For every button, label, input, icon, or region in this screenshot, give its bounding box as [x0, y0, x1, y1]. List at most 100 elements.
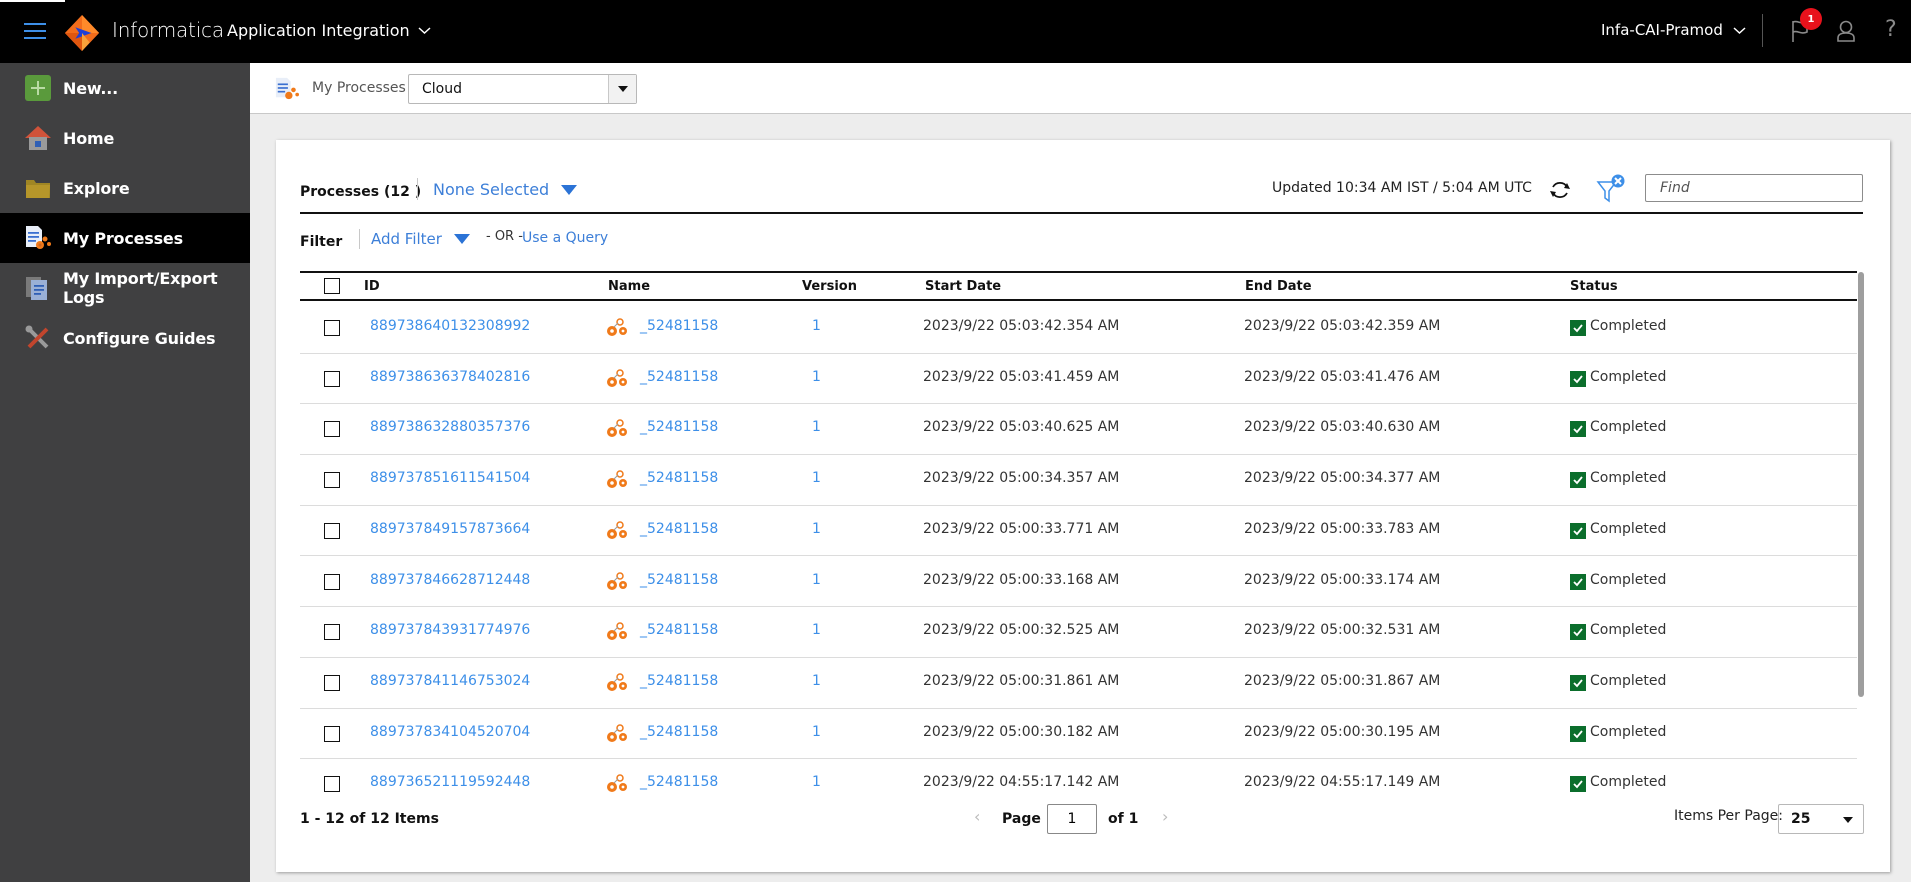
- process-version[interactable]: 1: [812, 622, 821, 638]
- process-version[interactable]: 1: [812, 774, 821, 790]
- status-completed-icon: [1570, 776, 1586, 793]
- location-select[interactable]: Cloud: [408, 74, 637, 104]
- row-checkbox[interactable]: [324, 472, 340, 489]
- process-version[interactable]: 1: [812, 369, 821, 385]
- column-header-status[interactable]: Status: [1570, 279, 1618, 294]
- next-page-icon[interactable]: ›: [1162, 807, 1168, 826]
- add-filter-dropdown[interactable]: Add Filter: [371, 230, 470, 248]
- process-gears-icon: [607, 774, 627, 793]
- process-name-link[interactable]: _52481158: [640, 572, 718, 588]
- process-id-link[interactable]: 889737841146753024: [370, 673, 530, 689]
- process-name-link[interactable]: _52481158: [640, 521, 718, 537]
- table-row[interactable]: 889737849157873664 _52481158 1 2023/9/22…: [300, 506, 1857, 557]
- table-row[interactable]: 889737841146753024 _52481158 1 2023/9/22…: [300, 658, 1857, 709]
- items-per-page-select[interactable]: 25: [1778, 804, 1864, 834]
- row-checkbox[interactable]: [324, 421, 340, 438]
- process-id-link[interactable]: 889737851611541504: [370, 470, 530, 486]
- start-date: 2023/9/22 05:00:34.357 AM: [923, 470, 1120, 487]
- menu-icon[interactable]: [24, 22, 46, 40]
- sidebar-item-explore[interactable]: Explore: [0, 163, 250, 213]
- caret-down-icon: [561, 184, 578, 195]
- process-id-link[interactable]: 889738632880357376: [370, 419, 530, 435]
- process-name-link[interactable]: _52481158: [640, 724, 718, 740]
- row-checkbox[interactable]: [324, 776, 340, 793]
- use-query-link[interactable]: Use a Query: [522, 230, 608, 246]
- process-name-link[interactable]: _52481158: [640, 470, 718, 486]
- row-checkbox[interactable]: [324, 320, 340, 336]
- row-checkbox[interactable]: [324, 370, 340, 387]
- row-checkbox[interactable]: [324, 573, 340, 590]
- row-checkbox[interactable]: [324, 522, 340, 539]
- start-date: 2023/9/22 05:00:31.861 AM: [923, 672, 1120, 689]
- process-version[interactable]: 1: [812, 724, 821, 740]
- table-row[interactable]: 889736521119592448 _52481158 1 2023/9/22…: [300, 759, 1857, 810]
- user-profile-icon[interactable]: [1836, 19, 1856, 43]
- table-row[interactable]: 889738636378402816 _52481158 1 2023/9/22…: [300, 354, 1857, 405]
- find-input[interactable]: [1645, 174, 1863, 202]
- column-header-start-date[interactable]: Start Date: [925, 279, 1001, 294]
- sidebar-item-home[interactable]: Home: [0, 113, 250, 163]
- sidebar-item-label: New...: [63, 78, 119, 98]
- table-row[interactable]: 889737851611541504 _52481158 1 2023/9/22…: [300, 455, 1857, 506]
- column-header-id[interactable]: ID: [364, 279, 380, 294]
- divider: [359, 229, 360, 249]
- process-name-link[interactable]: _52481158: [640, 673, 718, 689]
- column-header-version[interactable]: Version: [802, 279, 857, 294]
- sidebar-item-new[interactable]: New...: [0, 63, 250, 113]
- org-switcher[interactable]: Infa-CAI-Pramod: [1601, 21, 1746, 39]
- selection-dropdown[interactable]: None Selected: [433, 180, 578, 199]
- sidebar-item-configure-guides[interactable]: Configure Guides: [0, 313, 250, 363]
- plus-icon: [25, 75, 51, 101]
- process-name-link[interactable]: _52481158: [640, 622, 718, 638]
- process-id-link[interactable]: 889737834104520704: [370, 724, 530, 740]
- process-version[interactable]: 1: [812, 419, 821, 435]
- status-completed-icon: [1570, 472, 1586, 489]
- row-checkbox[interactable]: [324, 725, 340, 742]
- process-version[interactable]: 1: [812, 470, 821, 486]
- process-id-link[interactable]: 889738636378402816: [370, 369, 530, 385]
- process-name-link[interactable]: _52481158: [640, 369, 718, 385]
- table-row[interactable]: 889737846628712448 _52481158 1 2023/9/22…: [300, 557, 1857, 608]
- process-name-link[interactable]: _52481158: [640, 318, 718, 334]
- table-row[interactable]: 889737843931774976 _52481158 1 2023/9/22…: [300, 607, 1857, 658]
- page-number-input[interactable]: [1047, 804, 1097, 834]
- sidebar-item-my-processes[interactable]: My Processes: [0, 213, 250, 263]
- clear-filter-icon[interactable]: [1596, 174, 1626, 204]
- table-scrollbar[interactable]: [1858, 272, 1864, 697]
- row-checkbox[interactable]: [324, 674, 340, 691]
- process-gears-icon: [607, 521, 627, 539]
- dropdown-arrow-icon[interactable]: [608, 75, 636, 103]
- folder-icon: [26, 180, 50, 198]
- table-row[interactable]: 889738632880357376 _52481158 1 2023/9/22…: [300, 404, 1857, 456]
- help-icon[interactable]: ?: [1885, 17, 1897, 42]
- process-version[interactable]: 1: [812, 572, 821, 588]
- caret-down-icon: [453, 234, 470, 244]
- process-gears-icon: [607, 571, 627, 590]
- process-id-link[interactable]: 889738640132308992: [370, 318, 530, 334]
- notification-badge[interactable]: 1: [1800, 8, 1822, 30]
- process-version[interactable]: 1: [812, 673, 821, 689]
- column-header-name[interactable]: Name: [608, 279, 650, 294]
- sidebar-item-import-export-logs[interactable]: My Import/Export Logs: [0, 263, 250, 313]
- select-all-checkbox[interactable]: [324, 278, 340, 294]
- app-switcher[interactable]: Application Integration: [227, 21, 431, 40]
- table-row[interactable]: 889738640132308992 _52481158 1 2023/9/22…: [300, 303, 1857, 354]
- process-id-link[interactable]: 889737849157873664: [370, 521, 530, 537]
- process-version[interactable]: 1: [812, 318, 821, 334]
- process-name-link[interactable]: _52481158: [640, 774, 718, 790]
- start-date: 2023/9/22 05:03:41.459 AM: [923, 368, 1120, 385]
- process-version[interactable]: 1: [812, 521, 821, 537]
- previous-page-icon[interactable]: ‹: [974, 807, 980, 826]
- table-row[interactable]: 889737834104520704 _52481158 1 2023/9/22…: [300, 709, 1857, 760]
- sidebar-item-label: My Import/Export Logs: [63, 269, 218, 307]
- items-count: 1 - 12 of 12 Items: [300, 811, 439, 827]
- process-id-link[interactable]: 889736521119592448: [370, 774, 530, 790]
- column-header-end-date[interactable]: End Date: [1245, 279, 1312, 294]
- tools-icon: [25, 325, 49, 349]
- process-name-link[interactable]: _52481158: [640, 419, 718, 435]
- refresh-icon[interactable]: [1548, 178, 1572, 202]
- process-id-link[interactable]: 889737846628712448: [370, 572, 530, 588]
- process-id-link[interactable]: 889737843931774976: [370, 622, 530, 638]
- row-checkbox[interactable]: [324, 624, 340, 641]
- process-gears-icon: [607, 368, 627, 387]
